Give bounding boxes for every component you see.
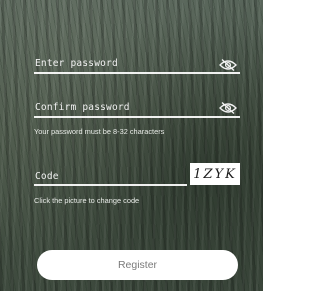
captcha-text: 1ZYK	[193, 166, 237, 182]
eye-hidden-icon[interactable]	[219, 58, 237, 72]
password-placeholder: Enter password	[35, 58, 118, 69]
register-button[interactable]: Register	[37, 250, 238, 280]
code-underline	[34, 184, 187, 186]
password-hint: Your password must be 8-32 characters	[34, 127, 165, 136]
code-hint: Click the picture to change code	[34, 196, 140, 205]
bark-background	[0, 0, 263, 291]
code-placeholder: Code	[35, 171, 59, 182]
confirm-password-underline	[34, 116, 240, 118]
confirm-password-placeholder: Confirm password	[35, 102, 130, 113]
captcha-image[interactable]: 1ZYK	[190, 163, 240, 185]
password-underline	[34, 72, 240, 74]
confirm-password-field[interactable]: Confirm password	[34, 96, 240, 118]
eye-hidden-icon[interactable]	[219, 101, 237, 115]
code-field[interactable]: Code	[34, 166, 187, 186]
password-field[interactable]: Enter password	[34, 52, 240, 74]
